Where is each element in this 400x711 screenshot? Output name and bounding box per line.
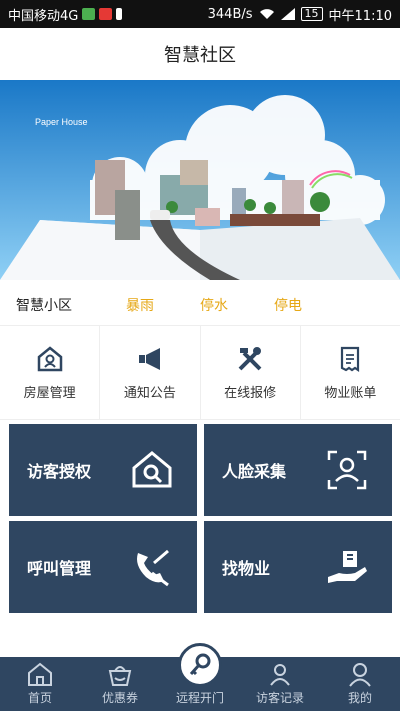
alert-tag-power-outage[interactable]: 停电	[274, 295, 348, 315]
clock: 中午11:10	[328, 8, 392, 24]
alert-tag-rainstorm[interactable]: 暴雨	[126, 295, 200, 315]
nav-remote-unlock[interactable]: 远程开门	[160, 643, 240, 711]
tile-label: 找物业	[222, 559, 271, 578]
service-label: 在线报修	[224, 386, 277, 401]
alert-tag-water-outage[interactable]: 停水	[200, 295, 274, 315]
hand-building-icon	[324, 544, 370, 590]
nav-label: 首页	[27, 691, 52, 705]
community-name: 智慧小区	[16, 298, 72, 314]
page-title: 智慧社区	[0, 28, 400, 80]
wifi-icon	[259, 9, 274, 19]
service-property-bill[interactable]: 物业账单	[301, 326, 400, 419]
nav-visitor-records[interactable]: 访客记录	[240, 657, 320, 711]
tile-label: 人脸采集	[222, 462, 287, 481]
app-notification-icon	[99, 8, 113, 20]
service-label: 房屋管理	[23, 386, 76, 401]
megaphone-icon	[135, 344, 165, 374]
banner-image[interactable]: Paper House	[0, 80, 400, 280]
service-online-repair[interactable]: 在线报修	[201, 326, 301, 419]
quick-services: 房屋管理 通知公告 在线报修 物业账单	[0, 325, 400, 420]
face-scan-icon	[324, 447, 370, 493]
banner-caption: Paper House	[35, 117, 88, 127]
call-management-tile[interactable]: 呼叫管理	[9, 521, 197, 613]
basket-icon	[108, 666, 132, 686]
status-bar: 中国移动4G 344B/s 15 中午11:10	[0, 0, 400, 28]
visitors-icon	[270, 664, 290, 686]
house-icon	[35, 344, 65, 374]
face-capture-tile[interactable]: 人脸采集	[204, 424, 392, 516]
house-search-icon	[129, 447, 175, 493]
user-icon	[349, 663, 371, 687]
nav-coupons[interactable]: 优惠券	[80, 657, 160, 711]
service-label: 物业账单	[324, 386, 377, 401]
nav-profile[interactable]: 我的	[320, 657, 400, 711]
nav-home[interactable]: 首页	[0, 657, 80, 711]
app-screen: 中国移动4G 344B/s 15 中午11:10 智慧社区 Paper Hous…	[0, 0, 400, 711]
nav-label: 远程开门	[175, 691, 224, 705]
bottom-navigation: 首页 优惠券 远程开门 访客记录 我的	[0, 643, 400, 711]
tools-icon	[235, 344, 265, 374]
network-speed: 344B/s	[207, 6, 253, 22]
tile-label: 访客授权	[27, 462, 92, 481]
service-label: 通知公告	[123, 386, 176, 401]
home-icon	[28, 662, 52, 686]
nav-label: 优惠券	[101, 691, 138, 705]
battery-indicator: 15	[300, 7, 323, 21]
carrier-text: 中国移动4G	[8, 8, 79, 24]
service-notices[interactable]: 通知公告	[100, 326, 201, 419]
app-notification-icon	[82, 8, 96, 20]
phone-wrench-icon	[129, 544, 175, 590]
service-house-management[interactable]: 房屋管理	[0, 326, 101, 419]
tile-label: 呼叫管理	[27, 559, 92, 578]
download-notification-icon	[116, 8, 123, 20]
nav-label: 我的	[347, 691, 372, 705]
visitor-authorization-tile[interactable]: 访客授权	[9, 424, 197, 516]
bill-icon	[335, 344, 365, 374]
nav-label: 访客记录	[255, 691, 304, 705]
key-icon	[178, 643, 222, 687]
community-notice-bar[interactable]: 智慧小区 暴雨 停水 停电	[0, 285, 400, 325]
signal-icon	[280, 8, 295, 20]
find-property-tile[interactable]: 找物业	[204, 521, 392, 613]
